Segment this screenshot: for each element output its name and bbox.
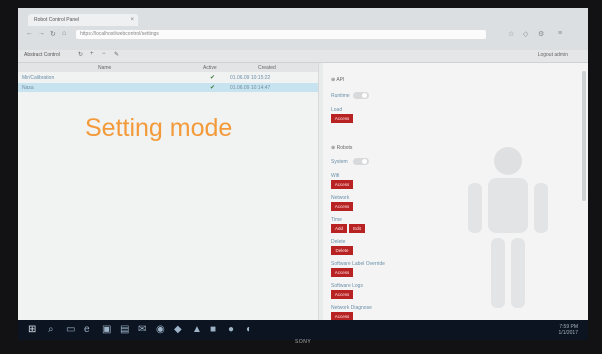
app-icon[interactable]: ● — [228, 324, 234, 335]
time-label: Time — [331, 217, 342, 223]
app-icon[interactable]: ▲ — [192, 324, 202, 335]
software-logs-access-button[interactable]: Access — [331, 290, 353, 299]
section-api-title: ⊕ API — [331, 77, 345, 83]
extension-icon[interactable]: ◇ — [523, 30, 528, 38]
check-icon: ✔ — [210, 75, 216, 81]
settings-panel: ⊕ API Runtime Load Access ⊕ Robots Syste… — [323, 63, 588, 328]
panel-scrollbar[interactable] — [582, 71, 586, 201]
forward-icon[interactable]: → — [38, 30, 45, 37]
wifi-label: Wifi — [331, 173, 340, 179]
mail-icon[interactable]: ✉ — [138, 324, 146, 335]
software-logs-label: Software Logs — [331, 283, 363, 289]
row-created: 01.06.09 10:15:22 — [230, 75, 271, 81]
column-name[interactable]: Name — [98, 65, 111, 71]
column-created[interactable]: Created — [258, 65, 276, 71]
load-access-button[interactable]: Access — [331, 114, 353, 123]
tab-close-icon[interactable]: × — [130, 14, 134, 26]
runtime-toggle[interactable] — [353, 92, 369, 99]
reload-icon[interactable]: ↻ — [50, 30, 56, 38]
tray-date: 1/1/2017 — [558, 330, 578, 336]
network-diagnose-label: Network Diagnose — [331, 305, 372, 311]
delete-button[interactable]: Delete — [331, 246, 353, 255]
time-add-button[interactable]: Add — [331, 224, 347, 233]
menu-icon[interactable]: ≡ — [558, 30, 562, 37]
app-icon[interactable]: ■ — [210, 324, 216, 335]
load-label: Load — [331, 107, 343, 113]
app-toolbar: Abstract Control ↻ + − ✎ Logout admin — [18, 50, 588, 63]
section-robots-title: ⊕ Robots — [331, 145, 353, 151]
app-toolbar-label: Abstract Control — [24, 52, 60, 58]
address-bar[interactable]: https://localhost/webcontrol/settings — [76, 30, 486, 39]
browser-chrome: Robot Control Panel × ← → ↻ ⌂ https://lo… — [18, 8, 588, 51]
app-icon[interactable]: ◆ — [174, 324, 182, 335]
label-override-label: Software Label Override — [331, 261, 385, 267]
row-name: Nasa — [22, 85, 34, 91]
column-active[interactable]: Active — [203, 65, 217, 71]
search-icon[interactable]: ⌕ — [48, 324, 54, 335]
label-override-access-button[interactable]: Access — [331, 268, 353, 277]
app-icon[interactable]: ◐ — [246, 324, 252, 335]
network-access-button[interactable]: Access — [331, 202, 353, 211]
items-table: Name Active Created Mir/Calibration ✔ 01… — [18, 63, 319, 328]
wifi-access-button[interactable]: Access — [331, 180, 353, 189]
row-created: 01.06.09 10:14:47 — [230, 85, 271, 91]
task-view-icon[interactable]: ▭ — [66, 324, 75, 335]
robot-watermark-image — [468, 147, 548, 308]
settings-icon[interactable]: ⚙ — [538, 30, 544, 38]
star-icon[interactable]: ☆ — [508, 30, 514, 38]
table-header: Name Active Created — [18, 63, 318, 72]
edge-icon[interactable]: e — [84, 324, 90, 335]
setting-mode-caption: Setting mode — [85, 114, 233, 142]
refresh-icon[interactable]: ↻ — [78, 51, 83, 58]
logout-link[interactable]: Logout admin — [538, 52, 568, 58]
monitor-brand: SONY — [295, 339, 312, 345]
back-icon[interactable]: ← — [26, 30, 33, 37]
system-tray[interactable]: 7:59 PM 1/1/2017 — [559, 324, 578, 336]
time-edit-button[interactable]: Edit — [349, 224, 365, 233]
add-icon[interactable]: + — [90, 51, 94, 57]
chrome-icon[interactable]: ◉ — [156, 324, 165, 335]
browser-tab[interactable]: Robot Control Panel × — [28, 14, 138, 26]
table-row[interactable]: Mir/Calibration ✔ 01.06.09 10:15:22 — [18, 73, 318, 82]
home-icon[interactable]: ⌂ — [62, 30, 66, 37]
runtime-label: Runtime — [331, 93, 350, 99]
windows-taskbar: ⊞ ⌕ ▭ e ▣ ▤ ✉ ◉ ◆ ▲ ■ ● ◐ 7:59 PM 1/1/20… — [18, 320, 588, 340]
delete-icon[interactable]: − — [102, 51, 106, 57]
windows-start-icon[interactable]: ⊞ — [28, 324, 36, 335]
row-name: Mir/Calibration — [22, 75, 55, 81]
store-icon[interactable]: ▣ — [102, 324, 111, 335]
screen: Robot Control Panel × ← → ↻ ⌂ https://lo… — [18, 8, 588, 340]
tab-title: Robot Control Panel — [34, 17, 80, 23]
check-icon: ✔ — [210, 85, 216, 91]
network-label: Network — [331, 195, 350, 201]
system-toggle[interactable] — [353, 158, 369, 165]
table-row-selected[interactable]: Nasa ✔ 01.06.09 10:14:47 — [18, 83, 318, 92]
edit-icon[interactable]: ✎ — [114, 51, 119, 58]
system-label: System — [331, 159, 348, 165]
explorer-icon[interactable]: ▤ — [120, 324, 129, 335]
delete-label: Delete — [331, 239, 346, 245]
